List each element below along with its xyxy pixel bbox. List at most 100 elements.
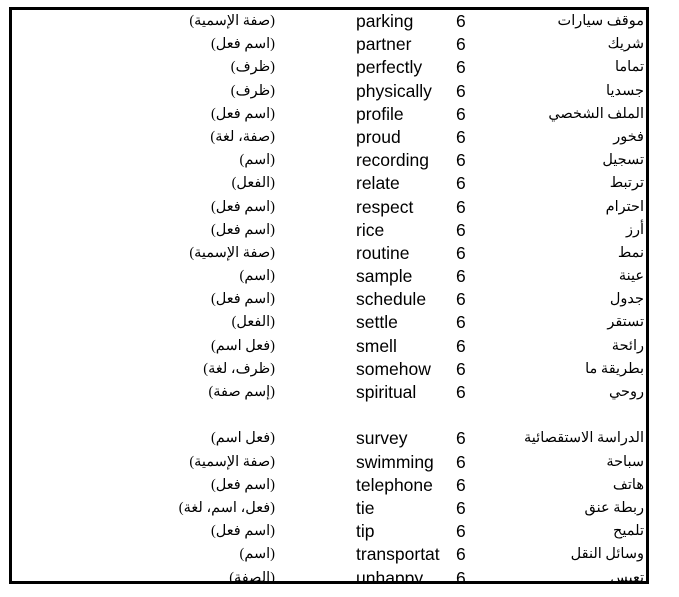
part-of-speech-cell: (اسم فعل) [210,221,275,238]
arabic-meaning-cell: جسديا [606,82,644,99]
english-word-cell: schedule [356,289,427,310]
level-number-cell: 6 [456,242,466,263]
part-of-speech-cell: (اسم فعل) [210,105,275,122]
table-row: (إسم صفة) spiritual 6 روحي [12,381,646,404]
level-number-cell: 6 [456,219,466,240]
table-row: (اسم فعل) telephone 6 هاتف [12,474,646,497]
part-of-speech-cell: (اسم) [239,546,276,563]
part-of-speech-cell: (ظرف) [230,82,275,99]
english-word-cell: unhappy [356,567,424,584]
english-word-cell: swimming [356,451,434,472]
document-page: .. . (صفة الإسمية)parking6موقف سيارات(اس… [0,0,679,597]
english-word-cell: transportat [356,544,440,565]
table-row-spacer [12,404,646,427]
part-of-speech-cell: (الفعل) [231,175,275,192]
english-word-cell: telephone [356,474,433,495]
arabic-meaning-cell: روحي [608,384,644,400]
table-row: (اسم فعل) schedule 6 جدول [12,288,646,311]
table-row: (ظرف) physically 6 جسديا [12,80,646,103]
english-word-cell: survey [356,428,408,449]
level-number-cell: 6 [456,80,466,101]
table-row: (اسم فعل) tip 6 تلميح [12,520,646,543]
english-word-cell: proud [356,126,401,147]
arabic-meaning-cell: ترتبط [609,175,644,192]
level-number-cell: 6 [456,126,466,147]
table-row: (الفعل) settle 6 تستقر [12,311,646,334]
english-word-cell: routine [356,242,410,263]
arabic-meaning-cell: سباحة [606,453,644,470]
arabic-meaning-cell: موقف سيارات [557,13,644,29]
part-of-speech-cell: (ظرف) [230,59,275,76]
table-row: (الصفة) unhappy 6 تعيس [12,567,646,584]
english-word-cell: recording [356,150,429,171]
table-row: (ظرف) perfectly 6 تماما [12,56,646,79]
arabic-meaning-cell: تلميح [613,523,644,540]
english-word-cell: perfectly [356,57,423,78]
arabic-meaning-cell: أرز [625,221,644,238]
level-number-cell: 6 [456,544,466,565]
table-row: (اسم فعل) rice 6 أرز [12,219,646,242]
arabic-meaning-cell: وسائل النقل [570,546,644,563]
arabic-meaning-cell: تستقر [607,314,644,331]
arabic-meaning-cell: تعيس [610,569,644,584]
part-of-speech-cell: (فعل اسم) [210,430,275,447]
level-number-cell: 6 [456,497,466,518]
english-word-cell: somehow [356,358,431,379]
english-word-cell: relate [356,173,400,194]
table-row: (اسم) recording 6 تسجيل [12,149,646,172]
english-word-cell: partner [356,34,412,55]
arabic-meaning-cell: جدول [609,291,644,308]
arabic-meaning-cell: الملف الشخصي [548,105,644,122]
table-row: (فعل اسم) survey 6 الدراسة الاستقصائية [12,427,646,450]
level-number-cell: 6 [456,567,466,584]
level-number-cell: 6 [456,103,466,124]
part-of-speech-cell: (اسم فعل) [210,476,275,493]
arabic-meaning-cell: احترام [605,198,644,215]
table-row: (صفة الإسمية) parking 6 موقف سيارات [12,10,646,33]
part-of-speech-cell: (اسم فعل) [210,36,275,53]
level-number-cell: 6 [456,266,466,287]
english-word-cell: rice [356,219,385,240]
part-of-speech-cell: (صفة الإسمية) [189,453,275,470]
arabic-meaning-cell: تماما [614,59,644,76]
english-word-cell: parking [356,11,414,31]
level-number-cell: 6 [456,428,466,449]
table-row: (صفة الإسمية) routine 6 نمط [12,242,646,265]
arabic-meaning-cell: رائحة [611,337,644,354]
part-of-speech-cell: (صفة، لغة) [210,128,275,145]
table-body: (صفة الإسمية) parking 6 موقف سيارات (اسم فعل… [12,10,646,581]
level-number-cell: 6 [456,451,466,472]
level-number-cell: 6 [456,150,466,171]
table-row: (اسم) sample 6 عينة [12,265,646,288]
table-row: (صفة الإسمية) swimming 6 سباحة [12,451,646,474]
level-number-cell: 6 [456,11,466,31]
part-of-speech-cell: (اسم فعل) [210,291,275,308]
arabic-meaning-cell: هاتف [612,476,644,493]
level-number-cell: 6 [456,521,466,542]
english-word-cell: physically [356,80,432,101]
table-row: (فعل اسم) smell 6 رائحة [12,335,646,358]
part-of-speech-cell: (ظرف، لغة) [203,360,275,377]
level-number-cell: 6 [456,335,466,356]
table-row: (الفعل) relate 6 ترتبط [12,172,646,195]
table-row: (صفة، لغة) proud 6 فخور [12,126,646,149]
arabic-meaning-cell: فخور [613,128,644,145]
part-of-speech-cell: (إسم صفة) [208,384,275,400]
level-number-cell: 6 [456,312,466,333]
arabic-meaning-cell: عينة [618,268,644,285]
table-row: (ظرف، لغة) somehow 6 بطريقة ما [12,358,646,381]
english-word-cell: sample [356,266,413,287]
level-number-cell: 6 [456,382,466,402]
english-word-cell: smell [356,335,397,356]
table-row: (اسم) transportat 6 وسائل النقل [12,543,646,566]
english-word-cell: profile [356,103,404,124]
part-of-speech-cell: (صفة الإسمية) [189,244,275,261]
table-row: (اسم فعل) respect 6 احترام [12,196,646,219]
level-number-cell: 6 [456,196,466,217]
arabic-meaning-cell: بطريقة ما [585,360,644,377]
english-word-cell: tip [356,521,375,542]
level-number-cell: 6 [456,173,466,194]
part-of-speech-cell: (اسم فعل) [210,523,275,540]
level-number-cell: 6 [456,474,466,495]
part-of-speech-cell: (فعل اسم) [210,337,275,354]
